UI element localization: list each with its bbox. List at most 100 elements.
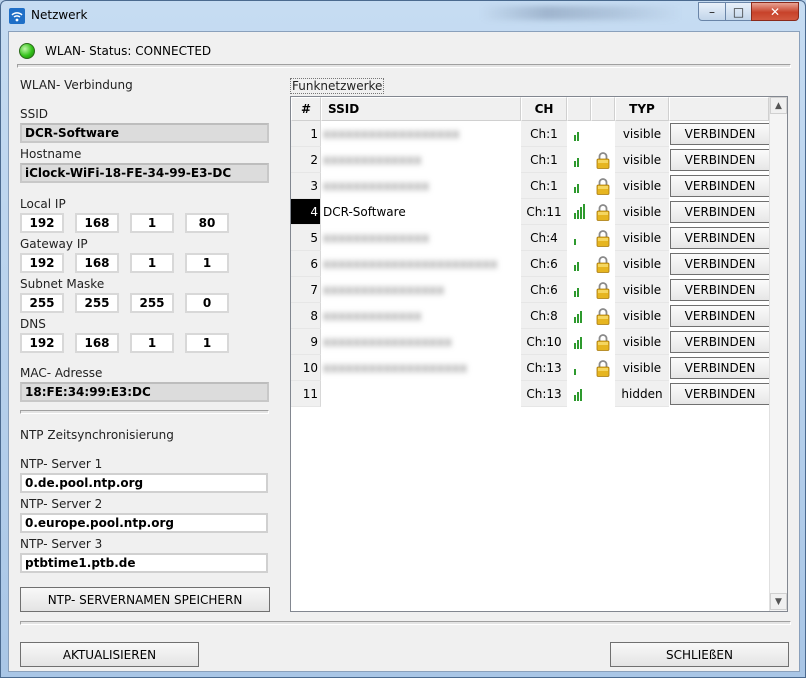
gateway-octet-4[interactable]: 1 xyxy=(185,253,229,273)
col-num[interactable]: # xyxy=(291,97,321,121)
lock-icon xyxy=(596,307,610,325)
gateway-octet-2[interactable]: 168 xyxy=(75,253,119,273)
ssid-label: SSID xyxy=(20,107,49,121)
row-type: visible xyxy=(615,277,669,303)
refresh-button[interactable]: AKTUALISIEREN xyxy=(20,642,199,667)
row-channel: Ch:1 xyxy=(521,121,567,147)
row-lock xyxy=(591,381,615,407)
gateway-label: Gateway IP xyxy=(20,237,88,251)
connect-button[interactable]: VERBINDEN xyxy=(670,305,770,327)
subnet-octet-1[interactable]: 255 xyxy=(20,293,64,313)
col-ssid[interactable]: SSID xyxy=(321,97,521,121)
lock-icon xyxy=(596,151,610,169)
connect-button[interactable]: VERBINDEN xyxy=(670,331,770,353)
local-ip-octet-3[interactable]: 1 xyxy=(130,213,174,233)
table-row[interactable]: 8 xxxxxxxxxxxxx Ch:8 visible VERBINDEN xyxy=(291,303,773,329)
network-list[interactable]: # SSID CH TYP 1 xxxxxxxxxxxxxxxxxx Ch:1 vis… xyxy=(290,96,788,612)
row-lock xyxy=(591,251,615,277)
vertical-scrollbar[interactable]: ▲ ▼ xyxy=(769,97,787,611)
table-row[interactable]: 7 xxxxxxxxxxxxxxxx Ch:6 visible VERBINDEN xyxy=(291,277,773,303)
local-ip-octet-1[interactable]: 192 xyxy=(20,213,64,233)
row-number[interactable]: 8 xyxy=(291,303,321,329)
connect-button[interactable]: VERBINDEN xyxy=(670,175,770,197)
connect-button[interactable]: VERBINDEN xyxy=(670,253,770,275)
close-window-button[interactable]: ✕ xyxy=(751,2,799,21)
connect-button[interactable]: VERBINDEN xyxy=(670,383,770,405)
subnet-octet-2[interactable]: 255 xyxy=(75,293,119,313)
dns-octet-1[interactable]: 192 xyxy=(20,333,64,353)
col-lock[interactable] xyxy=(591,97,615,121)
row-number[interactable]: 4 xyxy=(291,199,321,225)
connect-button[interactable]: VERBINDEN xyxy=(670,149,770,171)
dns-octet-3[interactable]: 1 xyxy=(130,333,174,353)
row-action: VERBINDEN xyxy=(669,225,773,251)
dns-octet-2[interactable]: 168 xyxy=(75,333,119,353)
row-number[interactable]: 11 xyxy=(291,381,321,407)
network-window: Netzwerk – □ ✕ WLAN- Status: CONNECTED W… xyxy=(0,0,806,678)
row-action: VERBINDEN xyxy=(669,355,773,381)
row-number[interactable]: 2 xyxy=(291,147,321,173)
row-ssid: xxxxxxxxxxxxx xyxy=(321,147,521,173)
row-signal xyxy=(567,173,591,199)
row-action: VERBINDEN xyxy=(669,147,773,173)
local-ip-octet-4[interactable]: 80 xyxy=(185,213,229,233)
close-button[interactable]: SCHLIEßEN xyxy=(610,642,789,667)
connect-button[interactable]: VERBINDEN xyxy=(670,357,770,379)
network-list-header: # SSID CH TYP xyxy=(291,97,769,121)
row-number[interactable]: 1 xyxy=(291,121,321,147)
ntp-server2-input[interactable]: 0.europe.pool.ntp.org xyxy=(20,513,268,533)
connect-button[interactable]: VERBINDEN xyxy=(670,279,770,301)
table-row[interactable]: 11 Ch:13 hidden VERBINDEN xyxy=(291,381,773,407)
row-type: visible xyxy=(615,251,669,277)
gateway-octet-1[interactable]: 192 xyxy=(20,253,64,273)
connect-button[interactable]: VERBINDEN xyxy=(670,227,770,249)
row-ssid xyxy=(321,381,521,407)
row-type: visible xyxy=(615,329,669,355)
scroll-down-button[interactable]: ▼ xyxy=(770,593,787,610)
table-row[interactable]: 4 DCR-Software Ch:11 visible VERBINDEN xyxy=(291,199,773,225)
gateway-octet-3[interactable]: 1 xyxy=(130,253,174,273)
row-signal xyxy=(567,121,591,147)
minimize-button[interactable]: – xyxy=(698,2,726,21)
table-row[interactable]: 6 xxxxxxxxxxxxxxxxxxxxxxx Ch:6 visible VERBI… xyxy=(291,251,773,277)
local-ip-octet-2[interactable]: 168 xyxy=(75,213,119,233)
table-row[interactable]: 2 xxxxxxxxxxxxx Ch:1 visible VERBINDEN xyxy=(291,147,773,173)
table-row[interactable]: 1 xxxxxxxxxxxxxxxxxx Ch:1 visible VERBINDEN xyxy=(291,121,773,147)
row-number[interactable]: 6 xyxy=(291,251,321,277)
table-row[interactable]: 3 xxxxxxxxxxxxxx Ch:1 visible VERBINDEN xyxy=(291,173,773,199)
ntp-server1-input[interactable]: 0.de.pool.ntp.org xyxy=(20,473,268,493)
title-bar[interactable]: Netzwerk – □ ✕ xyxy=(1,1,805,31)
ssid-text: DCR-Software xyxy=(323,205,406,219)
table-row[interactable]: 5 xxxxxxxxxxxxxx Ch:4 visible VERBINDEN xyxy=(291,225,773,251)
ssid-text: xxxxxxxxxxxxxxxxxx xyxy=(323,127,460,141)
local-ip-label: Local IP xyxy=(20,197,66,211)
maximize-button[interactable]: □ xyxy=(725,2,752,21)
row-number[interactable]: 3 xyxy=(291,173,321,199)
save-ntp-button[interactable]: NTP- SERVERNAMEN SPEICHERN xyxy=(20,587,270,612)
col-ch[interactable]: CH xyxy=(521,97,567,121)
connect-button[interactable]: VERBINDEN xyxy=(670,201,770,223)
row-number[interactable]: 9 xyxy=(291,329,321,355)
signal-strength-icon xyxy=(573,335,585,349)
row-ssid: xxxxxxxxxxxxxxxxxxxxxxx xyxy=(321,251,521,277)
row-action: VERBINDEN xyxy=(669,121,773,147)
connect-button[interactable]: VERBINDEN xyxy=(670,123,770,145)
col-signal[interactable] xyxy=(567,97,591,121)
ntp-server3-input[interactable]: ptbtime1.ptb.de xyxy=(20,553,268,573)
scroll-up-button[interactable]: ▲ xyxy=(770,97,787,114)
lock-icon xyxy=(596,203,610,221)
subnet-octet-4[interactable]: 0 xyxy=(185,293,229,313)
lock-icon xyxy=(596,229,610,247)
row-channel: Ch:13 xyxy=(521,355,567,381)
dns-label: DNS xyxy=(20,317,46,331)
table-row[interactable]: 9 xxxxxxxxxxxxxxxxx Ch:10 visible VERBINDEN xyxy=(291,329,773,355)
table-row[interactable]: 10 xxxxxxxxxxxxxxxxxxx Ch:13 visible VERBIND… xyxy=(291,355,773,381)
col-typ[interactable]: TYP xyxy=(615,97,669,121)
row-lock xyxy=(591,303,615,329)
row-number[interactable]: 7 xyxy=(291,277,321,303)
row-ssid: xxxxxxxxxxxxxxxxx xyxy=(321,329,521,355)
row-number[interactable]: 10 xyxy=(291,355,321,381)
row-number[interactable]: 5 xyxy=(291,225,321,251)
subnet-octet-3[interactable]: 255 xyxy=(130,293,174,313)
dns-octet-4[interactable]: 1 xyxy=(185,333,229,353)
